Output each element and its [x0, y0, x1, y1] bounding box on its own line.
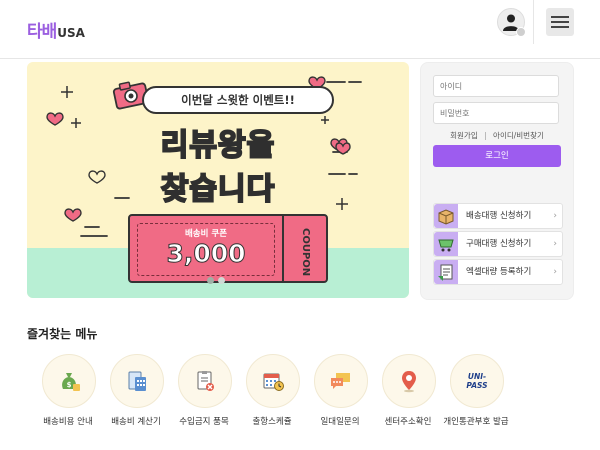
coupon-stub-label: COUPON [300, 228, 311, 277]
prohibited-list-icon [197, 371, 214, 391]
signup-link[interactable]: 회원가입 [450, 131, 478, 140]
fav-one-on-one-inquiry[interactable]: 일대일문의 [306, 354, 374, 434]
heart-icon [64, 208, 82, 222]
excel-bulk-register-button[interactable]: 엑셀대량 등록하기 › [433, 259, 563, 285]
fav-import-prohibited-items[interactable]: 수입금지 품목 [170, 354, 238, 434]
favorites-title: 즐겨찾는 메뉴 [27, 327, 98, 341]
calendar-icon [263, 373, 284, 391]
account-links: 회원가입 | 아이디/비번찾기 [421, 130, 573, 141]
top-header: 타배 USA [0, 0, 600, 59]
banner-headline-1: 리뷰왕을 [160, 127, 276, 164]
svg-text:$: $ [67, 381, 72, 389]
coupon-amount: 3,000 [166, 239, 246, 269]
menu-bar-icon [551, 16, 569, 18]
location-pin-icon [402, 371, 416, 393]
login-button[interactable]: 로그인 [433, 145, 561, 167]
banner-headline-2: 찾습니다 [160, 171, 276, 208]
link-separator: | [484, 131, 487, 140]
service-label: 구매대행 신청하기 [466, 239, 532, 249]
id-input[interactable] [433, 75, 559, 97]
chevron-right-icon: › [553, 239, 557, 249]
logo-korean: 타배 [27, 22, 57, 42]
site-logo[interactable]: 타배 USA [27, 17, 85, 42]
fav-center-address[interactable]: 센터주소확인 [374, 354, 442, 434]
coupon-ticket: 배송비 쿠폰 3,000 COUPON [128, 214, 328, 283]
box-icon [434, 204, 458, 228]
carousel-dot[interactable] [218, 277, 225, 284]
fav-icon-circle: UNI- PASS [450, 354, 504, 408]
fav-shipping-calculator[interactable]: 배송비 계산기 [102, 354, 170, 434]
fav-icon-circle [382, 354, 436, 408]
fav-shipping-cost-guide[interactable]: $ 배송비용 안내 [34, 354, 102, 434]
chevron-right-icon: › [553, 267, 557, 277]
fav-icon-circle [110, 354, 164, 408]
chevron-right-icon: › [553, 211, 557, 221]
user-profile-button[interactable] [497, 8, 526, 37]
purchase-agent-request-button[interactable]: 구매대행 신청하기 › [433, 231, 563, 257]
fav-icon-circle [314, 354, 368, 408]
menu-bar-icon [551, 21, 569, 23]
coupon-label: 배송비 쿠폰 [184, 229, 228, 239]
event-tagline: 이번달 스윗한 이벤트!! [142, 86, 334, 114]
header-divider [533, 0, 534, 44]
svg-text:UNI-: UNI- [468, 372, 486, 381]
fav-icon-circle: $ [42, 354, 96, 408]
service-label: 엑셀대량 등록하기 [466, 267, 532, 277]
cart-icon [434, 232, 458, 256]
event-banner[interactable]: 이번달 스윗한 이벤트!! 리뷰왕을 찾습니다 배송비 쿠폰 3,000 COU… [27, 62, 409, 298]
svg-text:PASS: PASS [466, 381, 487, 390]
find-account-link[interactable]: 아이디/비번찾기 [493, 131, 544, 140]
carousel-dot-active[interactable] [207, 277, 214, 284]
calculator-icon [128, 371, 146, 391]
menu-bar-icon [551, 26, 569, 28]
login-panel: 회원가입 | 아이디/비번찾기 로그인 배송대행 신청하기 › 구매대행 신청하… [420, 62, 574, 300]
excel-list-icon [434, 260, 458, 284]
fav-icon-circle [178, 354, 232, 408]
fav-icon-circle [246, 354, 300, 408]
coupon-inner-border: 배송비 쿠폰 3,000 [137, 223, 275, 276]
shipping-agent-request-button[interactable]: 배송대행 신청하기 › [433, 203, 563, 229]
fav-label: 개인통관부호 발급 [443, 417, 509, 427]
password-input[interactable] [433, 102, 559, 124]
fav-customs-code-issue[interactable]: UNI- PASS 개인통관부호 발급 [442, 354, 510, 434]
logo-usa: USA [57, 26, 85, 40]
settings-badge-icon [516, 27, 526, 37]
unipass-icon: UNI- PASS [466, 372, 487, 390]
carousel-indicator [207, 277, 225, 284]
money-bag-icon: $ [62, 373, 80, 391]
chat-icon [331, 373, 350, 389]
fav-departure-schedule[interactable]: 출항스케쥴 [238, 354, 306, 434]
hamburger-menu-button[interactable] [546, 8, 574, 36]
service-label: 배송대행 신청하기 [466, 211, 532, 221]
